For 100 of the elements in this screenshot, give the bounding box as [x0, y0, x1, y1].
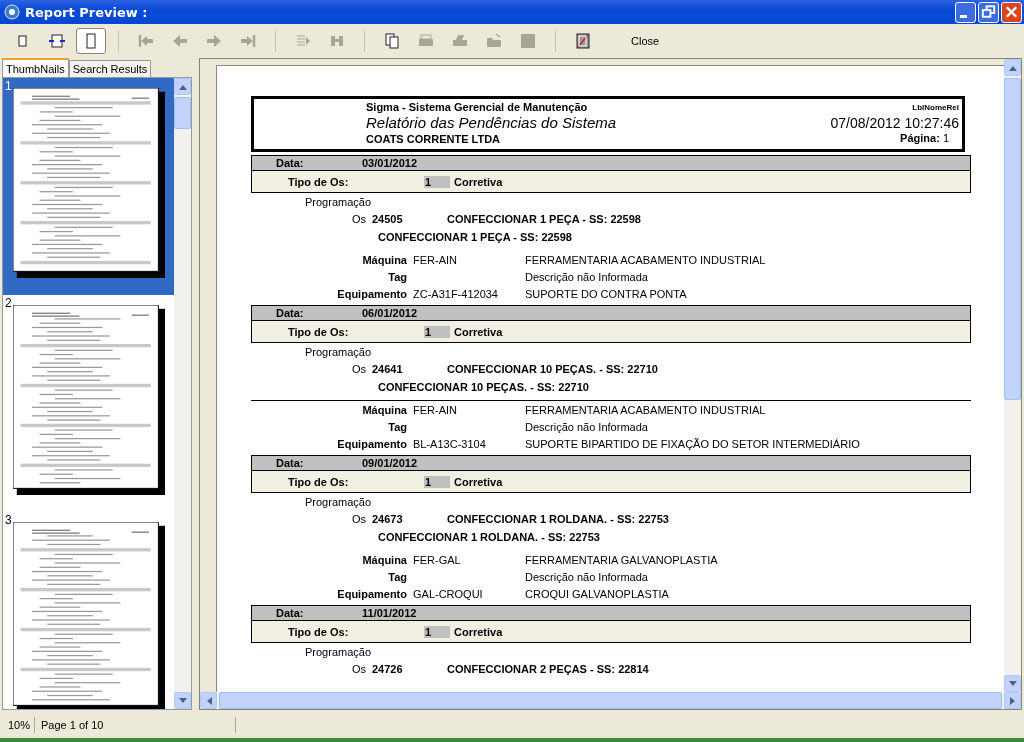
field-label: Tag	[387, 420, 408, 435]
field-value: FERRAMENTARIA GALVANOPLASTIA	[525, 553, 718, 568]
field-value: Descrição não Informada	[525, 420, 648, 435]
field-value: SUPORTE DO CONTRA PONTA	[525, 287, 687, 302]
type-code: 1	[424, 625, 450, 638]
field-label: Tag	[387, 570, 408, 585]
stop-icon	[518, 31, 538, 51]
page-width-icon	[47, 31, 67, 51]
date-label: Data:	[275, 457, 305, 469]
field-value: FERRAMENTARIA ACABAMENTO INDUSTRIAL	[525, 253, 766, 268]
section-label: Programação	[305, 646, 373, 659]
field-value: CROQUI GALVANOPLASTIA	[525, 587, 669, 602]
scroll-thumb[interactable]	[1004, 78, 1021, 400]
os-number: 24641	[371, 362, 404, 376]
company-name: COATS CORRENTE LTDA	[366, 133, 502, 145]
section-label: Programação	[305, 196, 373, 209]
type-code: 1	[424, 325, 450, 338]
report-title: Relatório das Pendências do Sistema	[366, 113, 617, 133]
type-name: Corretiva	[454, 475, 503, 488]
field-value: SUPORTE BIPARTIDO DE FIXAÇÃO DO SETOR INTERMEDIÁRIO	[525, 437, 860, 452]
vertical-scrollbar[interactable]	[174, 78, 191, 709]
type-label: Tipo de Os:	[287, 475, 350, 488]
os-label: Os	[350, 212, 366, 226]
field-code: FER-GAL	[413, 554, 461, 566]
page-value: 1	[942, 132, 949, 144]
field-label: Tag	[387, 270, 408, 285]
page-label: Página:	[900, 132, 940, 144]
service-description: CONFECCIONAR 1 PEÇA - SS: 22598	[378, 230, 573, 244]
field-label: Equipamento	[336, 437, 408, 452]
close-box-icon	[573, 31, 593, 51]
scroll-down-icon[interactable]	[1008, 680, 1017, 687]
field-label: Equipamento	[336, 287, 408, 302]
date-value: 09/01/2012	[362, 457, 418, 469]
service-description: CONFECCIONAR 10 PEÇAS. - SS: 22710	[378, 380, 590, 394]
type-label: Tipo de Os:	[287, 325, 350, 338]
minimize-button[interactable]	[955, 1, 976, 23]
scroll-thumb[interactable]	[174, 97, 191, 129]
vertical-scrollbar[interactable]	[1004, 59, 1021, 692]
scroll-up-icon[interactable]	[1008, 64, 1017, 71]
os-number: 24673	[371, 512, 404, 526]
os-description: CONFECCIONAR 1 PEÇA - SS: 22598	[447, 212, 641, 226]
zoom-level: 10%	[4, 717, 36, 733]
os-label: Os	[350, 512, 366, 526]
restore-button[interactable]	[978, 1, 999, 23]
panel-tab[interactable]: Search Results	[68, 60, 152, 77]
page-number: 3	[5, 513, 12, 527]
date-label: Data:	[275, 307, 305, 319]
field-code: ZC-A31F-412034	[413, 288, 498, 300]
date-value: 11/01/2012	[362, 607, 417, 619]
field-label: Máquina	[361, 253, 408, 268]
close-link-button[interactable]: Close	[622, 28, 669, 54]
page-indicator: Page 1 of 10	[37, 717, 237, 733]
scroll-up-icon[interactable]	[178, 83, 187, 90]
date-value: 06/01/2012	[362, 307, 418, 319]
scroll-left-icon[interactable]	[205, 696, 212, 705]
os-description: CONFECCIONAR 1 ROLDANA. - SS: 22753	[447, 512, 669, 526]
copy-icon	[382, 31, 402, 51]
field-label: Máquina	[361, 553, 408, 568]
type-label: Tipo de Os:	[287, 175, 350, 188]
scroll-right-icon[interactable]	[1009, 696, 1016, 705]
scroll-down-icon[interactable]	[178, 697, 187, 704]
thumbnail-item[interactable]: 2	[3, 295, 174, 512]
field-value: Descrição não Informada	[525, 270, 648, 285]
os-number: 24726	[371, 662, 404, 676]
date-value: 03/01/2012	[362, 157, 418, 169]
close-button[interactable]	[1001, 1, 1022, 23]
window-title: Report Preview :	[25, 4, 149, 20]
field-code: BL-A13C-3104	[413, 438, 486, 450]
field-code: GAL-CROQUI	[413, 588, 483, 600]
thumbnail-item[interactable]: 3	[3, 512, 174, 709]
field-label: Máquina	[361, 403, 408, 418]
thumbnail-item[interactable]: 1	[3, 78, 174, 295]
field-code: FER-AIN	[413, 254, 457, 266]
field-code: FER-AIN	[413, 404, 457, 416]
type-name: Corretiva	[454, 625, 503, 638]
page-number: 2	[5, 296, 12, 310]
full-page-button[interactable]	[76, 28, 106, 54]
section-label: Programação	[305, 496, 373, 509]
type-code: 1	[424, 475, 450, 488]
os-label: Os	[350, 662, 366, 676]
system-name: Sigma - Sistema Gerencial de Manutenção	[366, 101, 589, 113]
os-description: CONFECCIONAR 2 PEÇAS - SS: 22814	[447, 662, 649, 676]
service-description: CONFECCIONAR 1 ROLDANA. - SS: 22753	[378, 530, 601, 544]
os-description: CONFECCIONAR 10 PEÇAS. - SS: 22710	[447, 362, 658, 376]
type-label: Tipo de Os:	[287, 625, 350, 638]
os-label: Os	[350, 362, 366, 376]
minimize-icon	[960, 14, 967, 18]
type-code: 1	[424, 175, 450, 188]
field-value: FERRAMENTARIA ACABAMENTO INDUSTRIAL	[525, 403, 766, 418]
os-number: 24505	[371, 212, 404, 226]
type-name: Corretiva	[454, 325, 503, 338]
page-number: 1	[5, 79, 12, 93]
field-label: Equipamento	[336, 587, 408, 602]
field-value: Descrição não Informada	[525, 570, 648, 585]
type-name: Corretiva	[454, 175, 503, 188]
section-label: Programação	[305, 346, 373, 359]
panel-tab[interactable]: ThumbNails	[2, 58, 69, 77]
date-label: Data:	[275, 157, 305, 169]
app-icon	[4, 4, 20, 20]
report-datetime: 07/08/2012 10:27:46	[830, 114, 959, 132]
